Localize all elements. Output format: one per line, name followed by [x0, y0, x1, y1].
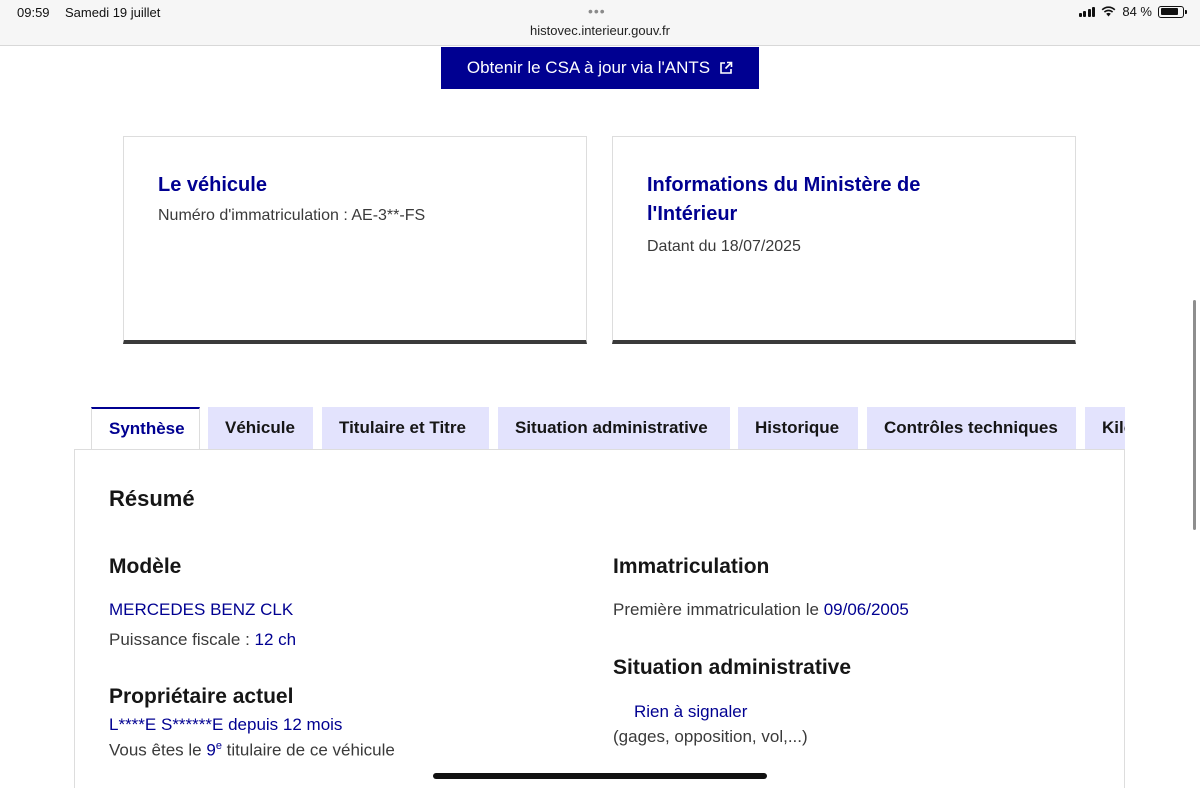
- ants-csa-button-label: Obtenir le CSA à jour via l'ANTS: [466, 58, 711, 77]
- vehicle-card-title: Le véhicule: [158, 174, 267, 196]
- external-link-icon: [720, 61, 733, 74]
- vehicle-card: Le véhicule Numéro d'immatriculation : A…: [123, 136, 587, 344]
- model-heading: Modèle: [109, 555, 182, 578]
- tab-kilometrage[interactable]: Kilométrage: [1085, 407, 1125, 449]
- owner-heading: Propriétaire actuel: [109, 685, 294, 708]
- plate-number: Numéro d'immatriculation : AE-3**-FS: [158, 207, 426, 224]
- tab-vehicule[interactable]: Véhicule: [208, 407, 313, 449]
- admin-status-value: Rien à signaler: [634, 702, 748, 721]
- page-scrollbar[interactable]: [1193, 300, 1196, 530]
- tab-controles-techniques[interactable]: Contrôles techniques: [867, 407, 1076, 449]
- fiscal-power: Puissance fiscale : 12 ch: [109, 630, 297, 649]
- address-bar-url[interactable]: histovec.interieur.gouv.fr: [0, 23, 1200, 38]
- cellular-signal-icon: [1078, 6, 1096, 17]
- owner-rank: Vous êtes le 9e titulaire de ce véhicule: [109, 740, 395, 760]
- ministry-card-title-line2: l'Intérieur: [647, 203, 738, 225]
- status-date: Samedi 19 juillet: [65, 5, 161, 20]
- tab-synthese[interactable]: Synthèse: [91, 407, 200, 449]
- home-indicator[interactable]: [433, 773, 767, 779]
- ants-csa-button[interactable]: Obtenir le CSA à jour via l'ANTS: [441, 47, 759, 89]
- ministry-card-title-line1: Informations du Ministère de: [647, 174, 921, 196]
- status-time: 09:59: [17, 5, 50, 20]
- battery-percent: 84 %: [1122, 4, 1152, 19]
- admin-status-heading: Situation administrative: [613, 656, 852, 679]
- admin-status-details: (gages, opposition, vol,...): [613, 727, 808, 746]
- tab-historique[interactable]: Historique: [738, 407, 858, 449]
- status-indicators: 84 %: [1078, 4, 1187, 19]
- tab-bar: Synthèse Véhicule Titulaire et Titre Sit…: [91, 407, 1125, 449]
- summary-title: Résumé: [109, 486, 195, 511]
- status-bar: 09:59 Samedi 19 juillet ••• histovec.int…: [0, 0, 1200, 46]
- first-registration: Première immatriculation le 09/06/2005: [613, 600, 909, 619]
- model-name: MERCEDES BENZ CLK: [109, 600, 294, 619]
- battery-icon: [1158, 5, 1187, 18]
- wifi-icon: [1101, 6, 1116, 17]
- synthese-panel: Résumé Modèle MERCEDES BENZ CLK Puissanc…: [74, 449, 1125, 788]
- ministry-date: Datant du 18/07/2025: [647, 238, 801, 255]
- tab-titulaire-et-titre[interactable]: Titulaire et Titre: [322, 407, 489, 449]
- owner-since: L****E S******E depuis 12 mois: [109, 715, 343, 734]
- more-dots-icon[interactable]: •••: [588, 3, 606, 19]
- ministry-card: Informations du Ministère de l'Intérieur…: [612, 136, 1076, 344]
- registration-heading: Immatriculation: [613, 555, 770, 578]
- tab-situation-administrative[interactable]: Situation administrative: [498, 407, 730, 449]
- battery-level: [1160, 8, 1179, 15]
